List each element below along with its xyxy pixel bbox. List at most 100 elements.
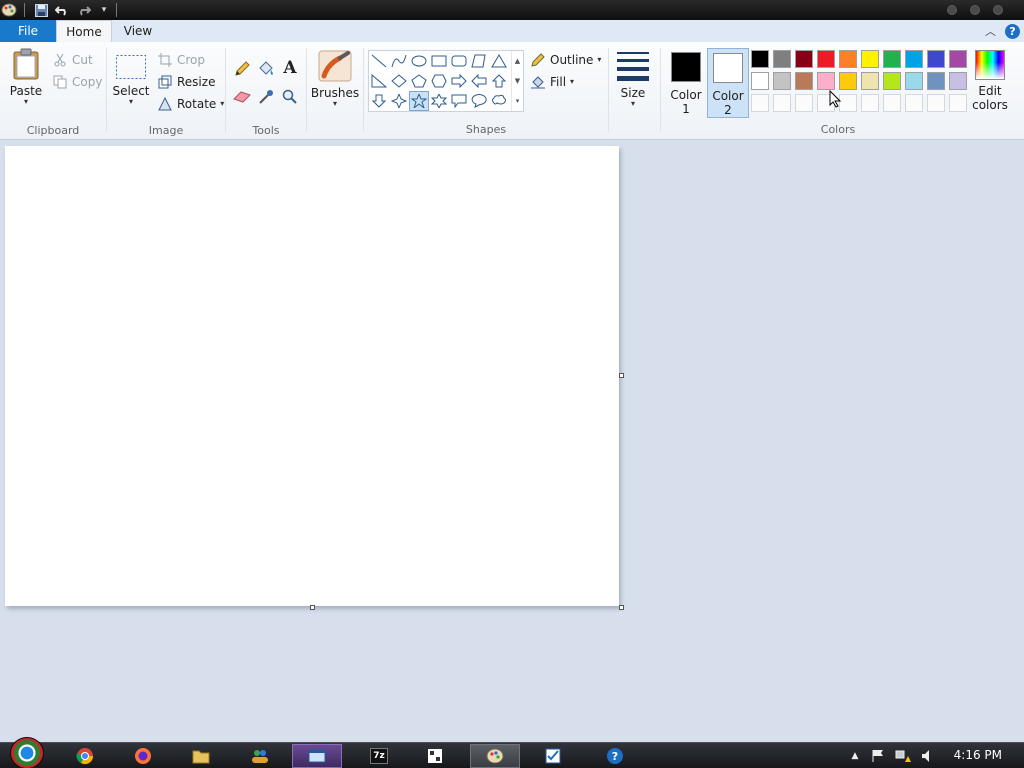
fill-button[interactable]: Fill ▾ [530,72,574,92]
palette-color-swatch[interactable] [817,72,835,90]
custom-color-slot[interactable] [861,94,879,112]
custom-color-slot[interactable] [795,94,813,112]
rotate-button[interactable]: Rotate ▾ [157,94,224,114]
start-button[interactable] [10,737,44,768]
hexagon-shape-icon[interactable] [429,71,449,91]
gallery-scrollbar[interactable]: ▲ ▼ ▾ [511,51,523,111]
maximize-button[interactable] [970,5,980,15]
taskbar-clock[interactable]: 4:16 PM [954,748,1002,762]
rectangle-shape-icon[interactable] [429,51,449,71]
action-center-flag-icon[interactable] [870,748,886,764]
taskbar-tiles-app[interactable] [410,744,460,768]
pencil-icon[interactable] [232,59,252,79]
edit-colors-button[interactable]: Edit colors [968,50,1012,112]
paint-app-icon[interactable] [0,2,18,18]
outline-button[interactable]: Outline ▾ [530,50,601,70]
help-icon[interactable]: ? [1005,24,1020,39]
custom-color-slot[interactable] [883,94,901,112]
custom-color-slot[interactable] [839,94,857,112]
pentagon-shape-icon[interactable] [409,71,429,91]
palette-color-swatch[interactable] [839,50,857,68]
palette-color-swatch[interactable] [883,50,901,68]
color2-button[interactable]: Color 2 [707,48,749,118]
network-icon[interactable] [895,748,911,764]
right-arrow-shape-icon[interactable] [449,71,469,91]
custom-color-slot[interactable] [751,94,769,112]
taskbar-task-app[interactable] [528,744,578,768]
palette-color-swatch[interactable] [949,72,967,90]
custom-color-slot[interactable] [949,94,967,112]
drawing-workspace[interactable] [0,140,1024,742]
palette-color-swatch[interactable] [949,50,967,68]
size-button[interactable]: Size ▾ [612,50,654,108]
up-arrow-shape-icon[interactable] [489,71,509,91]
color-picker-icon[interactable] [256,87,276,107]
triangle-shape-icon[interactable] [489,51,509,71]
paste-button[interactable]: Paste ▾ [8,48,44,106]
custom-color-slot[interactable] [927,94,945,112]
save-icon[interactable] [32,2,50,18]
resize-handle-right[interactable] [619,373,624,378]
five-point-star-shape-icon[interactable] [409,91,429,111]
select-button[interactable]: Select ▾ [112,54,150,106]
rounded-rectangle-shape-icon[interactable] [449,51,469,71]
show-hidden-icons[interactable]: ▲ [847,748,863,764]
palette-color-swatch[interactable] [883,72,901,90]
taskbar-window-switcher[interactable] [292,744,342,768]
palette-color-swatch[interactable] [861,72,879,90]
taskbar-paint[interactable] [470,744,520,768]
palette-color-swatch[interactable] [905,72,923,90]
rect-callout-shape-icon[interactable] [449,91,469,111]
undo-icon[interactable] [53,2,71,18]
palette-color-swatch[interactable] [927,50,945,68]
curve-shape-icon[interactable] [389,51,409,71]
left-arrow-shape-icon[interactable] [469,71,489,91]
oval-shape-icon[interactable] [409,51,429,71]
taskbar-chrome[interactable] [60,744,110,768]
custom-color-slot[interactable] [773,94,791,112]
tab-file[interactable]: File [0,20,56,42]
line-shape-icon[interactable] [369,51,389,71]
cut-button[interactable]: Cut [52,50,93,70]
palette-color-swatch[interactable] [795,50,813,68]
minimize-button[interactable] [947,5,957,15]
palette-color-swatch[interactable] [817,50,835,68]
four-point-star-shape-icon[interactable] [389,91,409,111]
palette-color-swatch[interactable] [839,72,857,90]
taskbar-people[interactable] [235,744,285,768]
customize-quick-access-icon[interactable]: ▾ [95,2,113,18]
down-arrow-shape-icon[interactable] [369,91,389,111]
redo-icon[interactable] [75,2,93,18]
right-triangle-shape-icon[interactable] [369,71,389,91]
minimize-ribbon-icon[interactable]: ︿ [985,23,996,39]
palette-color-swatch[interactable] [751,50,769,68]
taskbar-file-explorer[interactable] [176,744,226,768]
volume-icon[interactable] [920,748,936,764]
taskbar-help[interactable]: ? [590,744,640,768]
palette-color-swatch[interactable] [861,50,879,68]
palette-color-swatch[interactable] [773,72,791,90]
drawing-canvas[interactable] [5,146,619,606]
color1-button[interactable]: Color 1 [666,48,706,118]
palette-color-swatch[interactable] [795,72,813,90]
diamond-shape-icon[interactable] [389,71,409,91]
crop-button[interactable]: Crop [157,50,205,70]
taskbar-firefox[interactable] [118,744,168,768]
tab-home[interactable]: Home [56,20,112,42]
oval-callout-shape-icon[interactable] [469,91,489,111]
cloud-callout-shape-icon[interactable] [489,91,509,111]
palette-color-swatch[interactable] [751,72,769,90]
magnifier-icon[interactable] [280,87,300,107]
scroll-up-icon[interactable]: ▲ [515,57,520,65]
six-point-star-shape-icon[interactable] [429,91,449,111]
palette-color-swatch[interactable] [905,50,923,68]
expand-gallery-icon[interactable]: ▾ [516,97,520,105]
resize-handle-corner[interactable] [619,605,624,610]
taskbar-7zip[interactable]: 7z [354,744,404,768]
brushes-button[interactable]: Brushes ▾ [311,50,359,108]
custom-color-slot[interactable] [905,94,923,112]
palette-color-swatch[interactable] [773,50,791,68]
resize-button[interactable]: Resize [157,72,215,92]
copy-button[interactable]: Copy [52,72,102,92]
scroll-down-icon[interactable]: ▼ [515,77,520,85]
